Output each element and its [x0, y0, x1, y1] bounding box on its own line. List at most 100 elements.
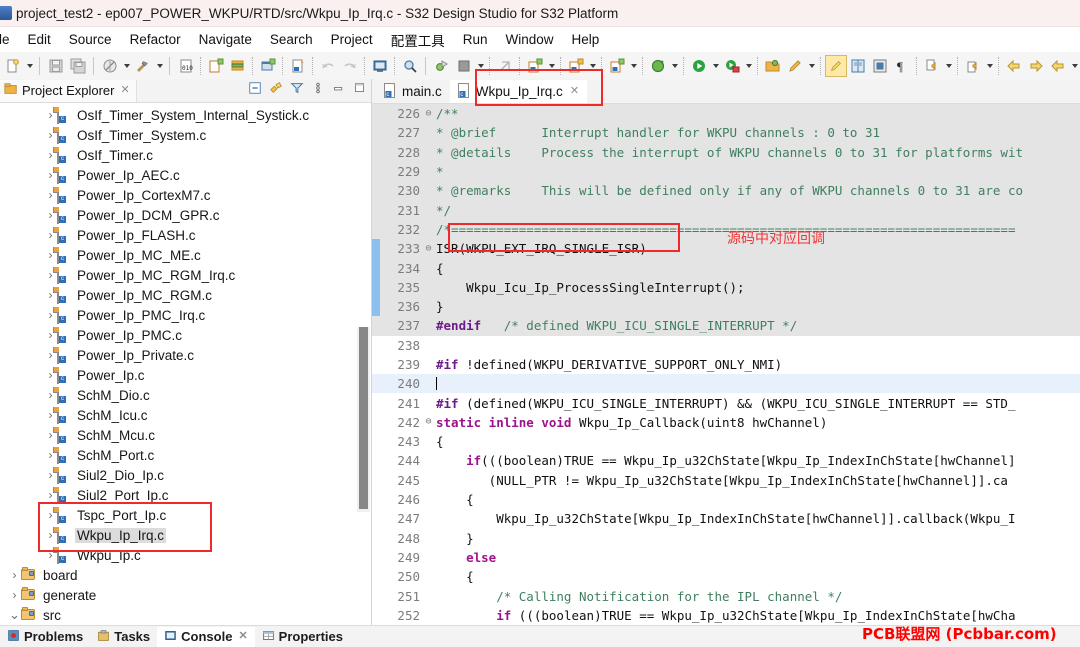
code-line-237[interactable]: 237 #endif /* defined WKPU_ICU_SINGLE_INT…	[372, 316, 1080, 336]
new-c-source-dropdown-arrow[interactable]	[628, 55, 639, 77]
code-line-230[interactable]: 230 * @remarks This will be defined only …	[372, 181, 1080, 201]
code-line-234[interactable]: 234 {	[372, 258, 1080, 278]
next-annotation-dropdown-arrow[interactable]	[943, 55, 954, 77]
tree-item-power-ip-pmc-irq-c[interactable]: › c Power_Ip_PMC_Irq.c	[0, 305, 371, 325]
menu-item-edit[interactable]: Edit	[19, 30, 60, 49]
code-line-226[interactable]: 226 ⊖/**	[372, 104, 1080, 124]
menu-item-run[interactable]: Run	[454, 30, 497, 49]
build-dropdown-arrow[interactable]	[154, 55, 165, 77]
run-lock-icon[interactable]	[721, 55, 743, 77]
code-line-243[interactable]: 243 {	[372, 432, 1080, 451]
code-line-231[interactable]: 231 */	[372, 200, 1080, 220]
tree-item-osif-timer-system-c[interactable]: › c OsIf_Timer_System.c	[0, 125, 371, 145]
code-line-244[interactable]: 244 if(((boolean)TRUE == Wkpu_Ip_u32ChSt…	[372, 451, 1080, 470]
code-line-248[interactable]: 248 }	[372, 529, 1080, 548]
debug-dropdown-arrow[interactable]	[669, 55, 680, 77]
menu-item-window[interactable]: Window	[496, 30, 562, 49]
block-icon[interactable]	[869, 55, 891, 77]
tree-item-schm-dio-c[interactable]: › c SchM_Dio.c	[0, 385, 371, 405]
code-line-245[interactable]: 245 (NULL_PTR != Wkpu_Ip_u32ChState[Wkpu…	[372, 471, 1080, 490]
code-line-232[interactable]: 232/*===================================…	[372, 219, 1080, 240]
scrollbar-thumb[interactable]	[359, 327, 368, 509]
code-line-229[interactable]: 229 *	[372, 161, 1080, 182]
link-with-editor-icon[interactable]	[268, 80, 283, 95]
menu-item-refactor[interactable]: Refactor	[121, 30, 190, 49]
new-c-project2-dropdown-arrow[interactable]	[587, 55, 598, 77]
save-icon[interactable]	[45, 55, 67, 77]
fold-collapse-icon[interactable]: ⊖	[422, 243, 435, 254]
back-nav-icon[interactable]	[1003, 55, 1025, 77]
next-annotation-icon[interactable]	[921, 55, 943, 77]
undo-arrow-icon[interactable]	[317, 55, 339, 77]
highlight-pen-icon[interactable]	[825, 55, 847, 77]
binary-010-icon[interactable]: 010	[175, 55, 197, 77]
tree-item-power-ip-private-c[interactable]: › c Power_Ip_Private.c	[0, 345, 371, 365]
book-icon[interactable]	[847, 55, 869, 77]
chevron-right-icon[interactable]: ›	[8, 588, 21, 602]
tree-item-power-ip-cortexm7-c[interactable]: › c Power_Ip_CortexM7.c	[0, 185, 371, 205]
tree-item-power-ip-aec-c[interactable]: › c Power_Ip_AEC.c	[0, 165, 371, 185]
terminate-icon[interactable]	[453, 55, 475, 77]
tree-item-power-ip-mc-rgm-irq-c[interactable]: › c Power_Ip_MC_RGM_Irq.c	[0, 265, 371, 285]
terminate-dropdown-arrow[interactable]	[475, 55, 486, 77]
filter-icon[interactable]	[289, 80, 304, 95]
bottom-tab-console[interactable]: Console ✕	[157, 626, 255, 647]
layers-icon[interactable]	[227, 55, 249, 77]
menu-item-help[interactable]: Help	[562, 30, 608, 49]
project-tree[interactable]: › c OsIf_Timer_System_Internal_Systick.c › c…	[0, 103, 371, 647]
editor-tab-main-c[interactable]: c main.c	[376, 80, 450, 103]
minimize-icon[interactable]	[331, 80, 346, 95]
code-line-250[interactable]: 250 {	[372, 567, 1080, 586]
save-all-icon[interactable]	[67, 55, 89, 77]
view-menu-icon[interactable]	[310, 80, 325, 95]
run-dropdown-arrow[interactable]	[710, 55, 721, 77]
code-line-227[interactable]: 227 * @brief Interrupt handler for WKPU c…	[372, 123, 1080, 143]
tree-item-power-ip-flash-c[interactable]: › c Power_Ip_FLASH.c	[0, 225, 371, 245]
close-icon[interactable]: ✕	[120, 85, 129, 96]
tree-item-wkpu-ip-c[interactable]: › c Wkpu_Ip.c	[0, 545, 371, 565]
code-line-242[interactable]: 242 ⊖ static inline void Wkpu_Ip_Callback(…	[372, 413, 1080, 432]
tree-item-power-ip-mc-rgm-c[interactable]: › c Power_Ip_MC_RGM.c	[0, 285, 371, 305]
tree-item-siul2-dio-ip-c[interactable]: › c Siul2_Dio_Ip.c	[0, 465, 371, 485]
no-build-icon[interactable]	[99, 55, 121, 77]
tree-item-schm-mcu-c[interactable]: › c SchM_Mcu.c	[0, 425, 371, 445]
code-line-233[interactable]: 233 ⊖ ISR(WKPU_EXT_IRQ_SINGLE_ISR)	[372, 239, 1080, 259]
new-c-class-dropdown-arrow[interactable]	[546, 55, 557, 77]
close-icon[interactable]: ✕	[570, 86, 579, 97]
fold-collapse-icon[interactable]: ⊖	[422, 108, 435, 119]
tree-item-power-ip-c[interactable]: › c Power_Ip.c	[0, 365, 371, 385]
source-code-editor[interactable]: 226 ⊖/** 227 * @brief Interrupt handler for…	[372, 104, 1080, 647]
code-line-251[interactable]: 251 /* Calling Notification for the IPL …	[372, 586, 1080, 605]
run-play-icon[interactable]	[688, 55, 710, 77]
external-tools-dropdown-arrow[interactable]	[806, 55, 817, 77]
tree-item-schm-icu-c[interactable]: › c SchM_Icu.c	[0, 405, 371, 425]
new-c-class-icon[interactable]	[524, 55, 546, 77]
prev-annotation-icon[interactable]	[962, 55, 984, 77]
redo-arrow-icon[interactable]	[339, 55, 361, 77]
tree-item-osif-timer-c[interactable]: › c OsIf_Timer.c	[0, 145, 371, 165]
new-file-icon[interactable]	[2, 55, 24, 77]
code-line-240[interactable]: 240	[372, 374, 1080, 394]
new-window-icon[interactable]	[257, 55, 279, 77]
bottom-tab-tasks[interactable]: Tasks	[90, 627, 157, 647]
new-c-project2-icon[interactable]	[565, 55, 587, 77]
menu-item-source[interactable]: Source	[60, 30, 121, 49]
project-tree-vscrollbar[interactable]	[357, 327, 370, 512]
search-magnifier-icon[interactable]	[399, 55, 421, 77]
chevron-right-icon[interactable]: ›	[8, 568, 21, 582]
debug-bug-icon[interactable]	[647, 55, 669, 77]
code-line-249[interactable]: 249 else	[372, 548, 1080, 567]
code-line-228[interactable]: 228 * @details Process the interrupt of W…	[372, 142, 1080, 162]
tree-item-power-ip-pmc-c[interactable]: › c Power_Ip_PMC.c	[0, 325, 371, 345]
new-c-project-icon[interactable]	[205, 55, 227, 77]
tree-item-osif-timer-system-internal-systick-c[interactable]: › c OsIf_Timer_System_Internal_Systick.c	[0, 105, 371, 125]
code-line-239[interactable]: 239 #if !defined(WKPU_DERIVATIVE_SUPPORT_…	[372, 355, 1080, 374]
tree-item-board[interactable]: › board	[0, 565, 371, 585]
build-hammer-icon[interactable]	[132, 55, 154, 77]
chevron-down-icon[interactable]: ⌄	[8, 608, 21, 622]
console-icon[interactable]	[369, 55, 391, 77]
new-c-source-icon[interactable]	[606, 55, 628, 77]
code-line-235[interactable]: 235 Wkpu_Icu_Ip_ProcessSingleInterrupt()…	[372, 277, 1080, 297]
tree-item-generate[interactable]: › generate	[0, 585, 371, 605]
tree-item-siul2-port-ip-c[interactable]: › c Siul2_Port_Ip.c	[0, 485, 371, 505]
